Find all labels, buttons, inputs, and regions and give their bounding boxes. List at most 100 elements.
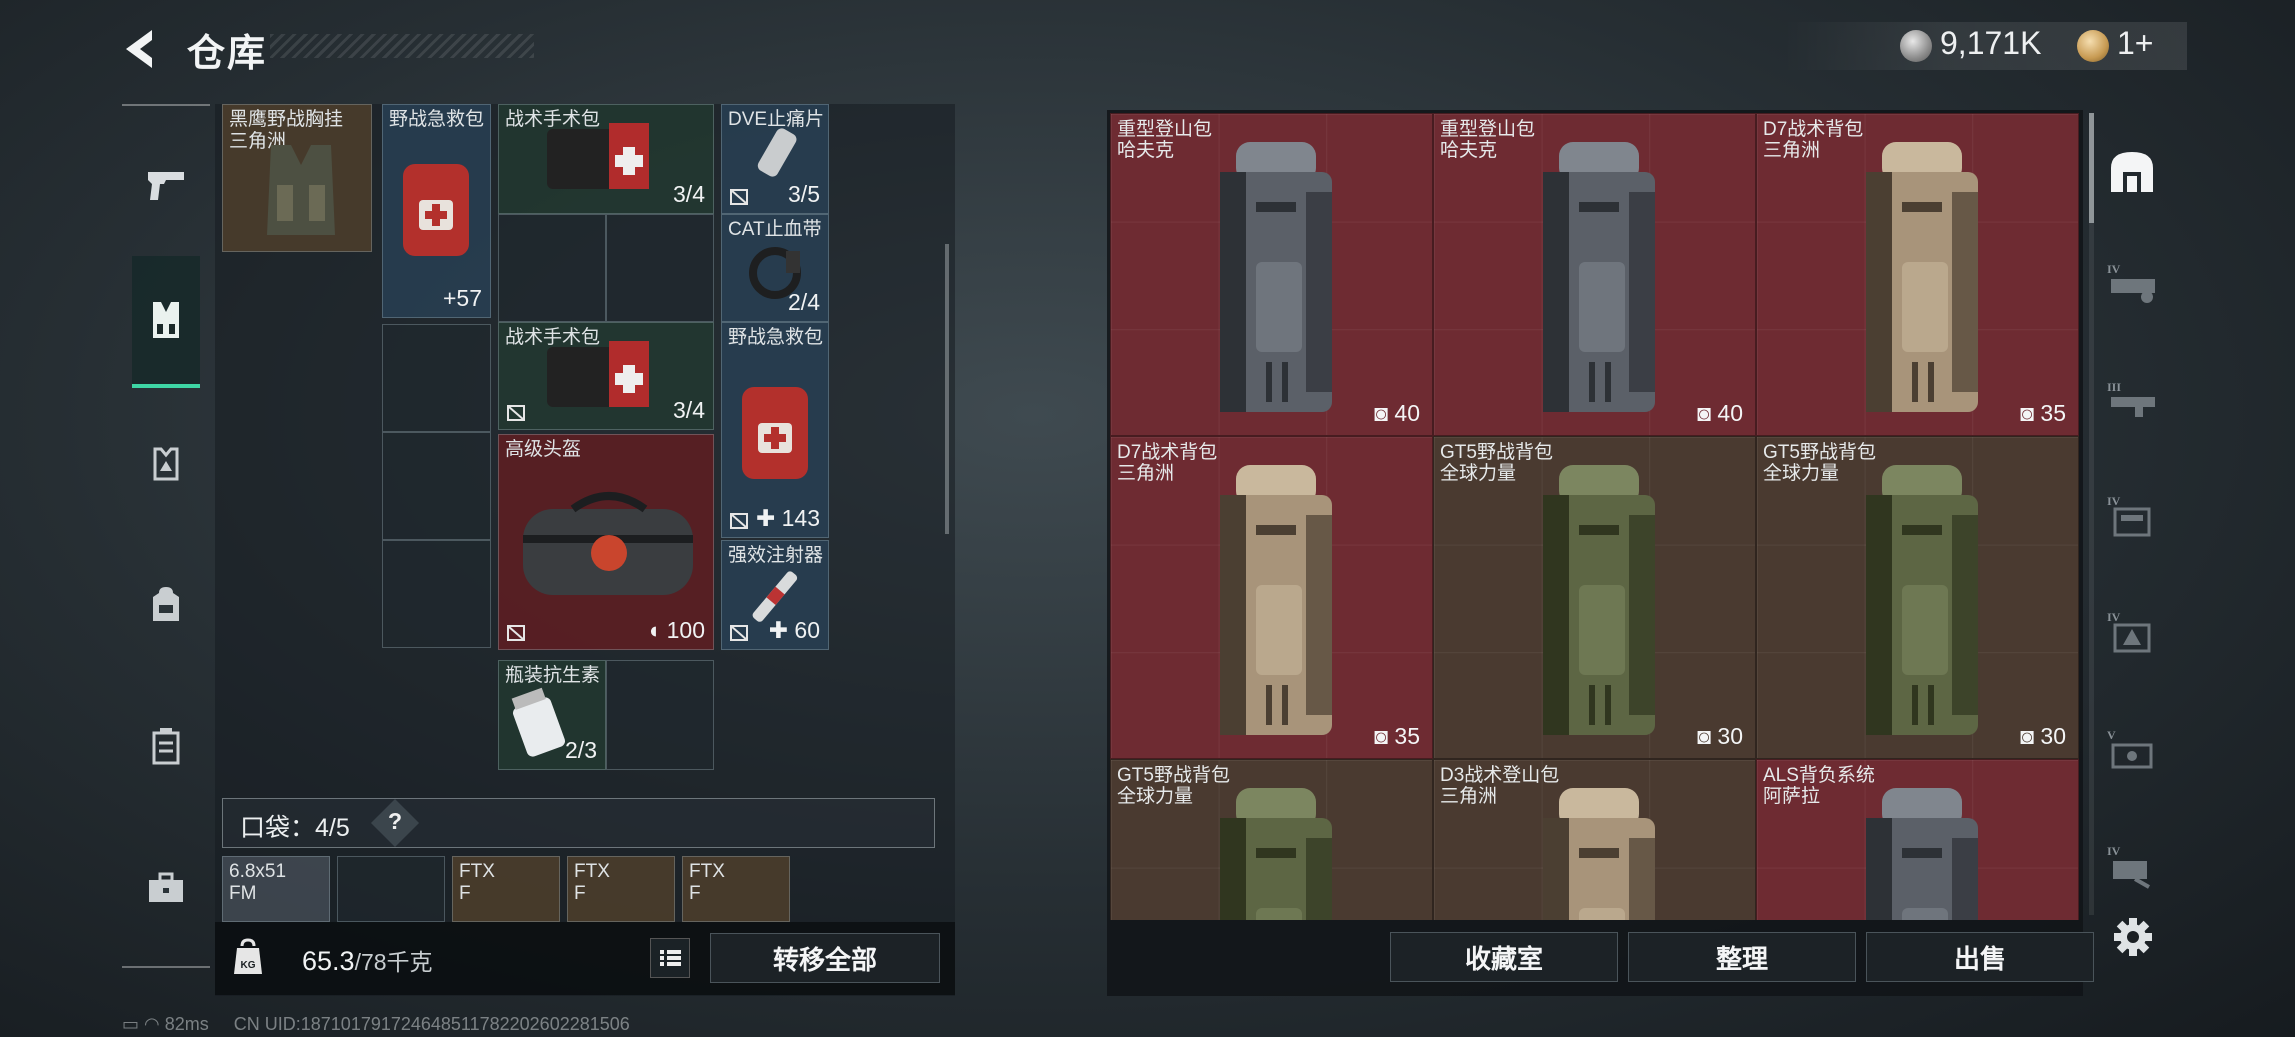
nav-backpack[interactable] <box>132 570 200 638</box>
svg-text:IV: IV <box>2107 844 2121 858</box>
pocket-item-empty[interactable] <box>337 856 445 922</box>
storage-scroll-thumb[interactable] <box>2089 113 2094 223</box>
item-name: FTX F <box>574 861 610 904</box>
first-aid-kit-image <box>742 387 808 479</box>
rail-all[interactable] <box>2103 146 2161 198</box>
pocket-item-ftx-1[interactable]: FTX F <box>452 856 560 922</box>
capacity-value: 30 <box>2040 723 2066 749</box>
item-slot-first-aid-2[interactable]: 野战急救包 ✚ 143 <box>721 322 829 538</box>
storage-item-backpack[interactable]: GT5野战背包 全球力量 <box>1110 759 1433 920</box>
empty-slot[interactable] <box>606 660 714 770</box>
collection-room-button[interactable]: 收藏室 <box>1390 932 1618 982</box>
item-slot-surgical-kit-1[interactable]: 战术手术包 3/4 <box>498 104 714 214</box>
nav-case[interactable] <box>132 854 200 922</box>
capacity-bag-icon: ◙ <box>2020 723 2041 749</box>
antibiotics-bottle-image <box>511 687 565 757</box>
empty-slot[interactable] <box>498 214 606 322</box>
empty-slot[interactable] <box>382 432 491 540</box>
back-button[interactable] <box>118 24 168 74</box>
help-icon[interactable]: ? <box>385 808 405 835</box>
item-title: GT5野战背包 <box>1763 442 1876 463</box>
empty-slot[interactable] <box>382 540 491 648</box>
item-brand: 哈夫克 <box>1117 140 1175 161</box>
gold-coin-value[interactable]: 1+ <box>2117 25 2153 62</box>
empty-slot[interactable] <box>606 214 714 322</box>
capacity-bag-icon: ◙ <box>1697 723 1718 749</box>
rail-tier-iv-c[interactable]: IV <box>2103 606 2161 658</box>
item-capacity: ◙ 35 <box>2020 400 2066 427</box>
item-title: GT5野战背包 <box>1117 765 1230 786</box>
item-quantity: 2/4 <box>788 289 820 315</box>
chest-rig-image <box>267 145 335 235</box>
item-slot-surgical-kit-2[interactable]: 战术手术包 3/4 <box>498 322 714 430</box>
page-title: 仓库 <box>187 33 268 75</box>
svg-text:V: V <box>2107 728 2116 742</box>
backpack-image <box>1543 465 1655 735</box>
pocket-item-ftx-2[interactable]: FTX F <box>567 856 675 922</box>
nav-weapons[interactable] <box>132 150 200 218</box>
weight-readout: 65.3/78千克 <box>302 943 433 977</box>
item-name: FTX F <box>459 861 495 904</box>
item-slot-first-aid-1[interactable]: 野战急救包 +57 <box>382 104 491 318</box>
storage-item-backpack[interactable]: D3战术登山包 三角洲 <box>1433 759 1756 920</box>
backpack-image <box>1543 142 1655 412</box>
item-name: CAT止血带 <box>728 219 822 240</box>
item-title: D7战术背包 <box>1117 442 1218 463</box>
item-capacity: ◙ 40 <box>1374 400 1420 427</box>
storage-scroll-track[interactable] <box>2089 113 2094 915</box>
rail-tier-v[interactable]: V <box>2103 724 2161 776</box>
item-slot-antibiotics[interactable]: 瓶装抗生素 2/3 <box>498 660 606 770</box>
item-brand: 三角洲 <box>1117 463 1175 484</box>
locked-icon <box>730 189 748 205</box>
storage-item-backpack[interactable]: 重型登山包 哈夫克 ◙ 40 <box>1110 113 1433 436</box>
sell-button[interactable]: 出售 <box>1866 932 2094 982</box>
capacity-bag-icon: ◙ <box>1374 723 1395 749</box>
nav-container[interactable] <box>132 712 200 780</box>
item-brand: 哈夫克 <box>1440 140 1498 161</box>
svg-text:III: III <box>2107 380 2121 394</box>
rail-tier-iv-b[interactable]: IV <box>2103 490 2161 542</box>
settings-button[interactable] <box>2112 916 2154 958</box>
item-slot-advanced-helmet[interactable]: 高级头盔 ◖ 100 <box>498 434 714 650</box>
item-capacity: ◙ 40 <box>1697 400 1743 427</box>
left-nav-frame <box>122 104 210 968</box>
nav-chest-rig[interactable] <box>132 256 200 388</box>
inventory-scrollbar[interactable] <box>945 244 949 534</box>
category-icon: V <box>2107 728 2153 769</box>
rail-tier-iii[interactable]: III <box>2103 376 2161 428</box>
category-icon: III <box>2107 380 2155 417</box>
storage-item-backpack[interactable]: ALS背负系统 阿萨拉 <box>1756 759 2079 920</box>
storage-item-backpack[interactable]: 重型登山包 哈夫克 ◙ 40 <box>1433 113 1756 436</box>
nav-armor[interactable] <box>132 430 200 498</box>
item-name: D7战术背包 三角洲 <box>1763 119 1863 161</box>
item-slot-injector[interactable]: 强效注射器 ✚ 60 <box>721 540 829 650</box>
item-quantity: 3/4 <box>673 397 705 423</box>
transfer-all-button[interactable]: 转移全部 <box>710 933 940 983</box>
inventory-panel: 黑鹰野战胸挂 三角洲 野战急救包 +57 战术手术包 3/4 战术手术包 3/4… <box>215 104 955 996</box>
list-view-button[interactable] <box>650 938 690 978</box>
item-slot-chest-rig[interactable]: 黑鹰野战胸挂 三角洲 <box>222 104 372 252</box>
item-quantity: 3/5 <box>788 181 820 207</box>
pocket-item-ammo[interactable]: 6.8x51 FM <box>222 856 330 922</box>
storage-item-backpack[interactable]: D7战术背包 三角洲 ◙ 35 <box>1756 113 2079 436</box>
rail-tier-iv-d[interactable]: IV <box>2103 840 2161 892</box>
pocket-item-ftx-3[interactable]: FTX F <box>682 856 790 922</box>
pistol-icon <box>148 172 184 200</box>
storage-item-backpack[interactable]: GT5野战背包 全球力量 ◙ 30 <box>1756 436 2079 759</box>
item-slot-tourniquet[interactable]: CAT止血带 2/4 <box>721 214 829 322</box>
item-quantity: 2/3 <box>565 737 597 763</box>
storage-item-backpack[interactable]: D7战术背包 三角洲 ◙ 35 <box>1110 436 1433 759</box>
storage-item-backpack[interactable]: GT5野战背包 全球力量 ◙ 30 <box>1433 436 1756 759</box>
item-name: 6.8x51 FM <box>229 861 287 904</box>
item-brand: 阿萨拉 <box>1763 786 1821 807</box>
chest-rig-icon <box>153 302 179 338</box>
rail-tier-iv-a[interactable]: IV <box>2103 258 2161 310</box>
sort-button[interactable]: 整理 <box>1628 932 1856 982</box>
status-line: ▭ ◠ 82ms CN UID:187101791724648511782202… <box>122 1014 630 1035</box>
item-slot-painkillers[interactable]: DVE止痛片 3/5 <box>721 104 829 214</box>
locked-icon <box>507 625 525 641</box>
empty-slot[interactable] <box>382 324 491 432</box>
gold-coin-icon[interactable] <box>2077 30 2109 62</box>
storage-grid: 重型登山包 哈夫克 ◙ 40 重型登山包 哈夫克 ◙ 40 D7战术背包 三角洲 ◙ 35 D7战… <box>1110 113 2080 920</box>
category-icon: IV <box>2107 494 2151 537</box>
